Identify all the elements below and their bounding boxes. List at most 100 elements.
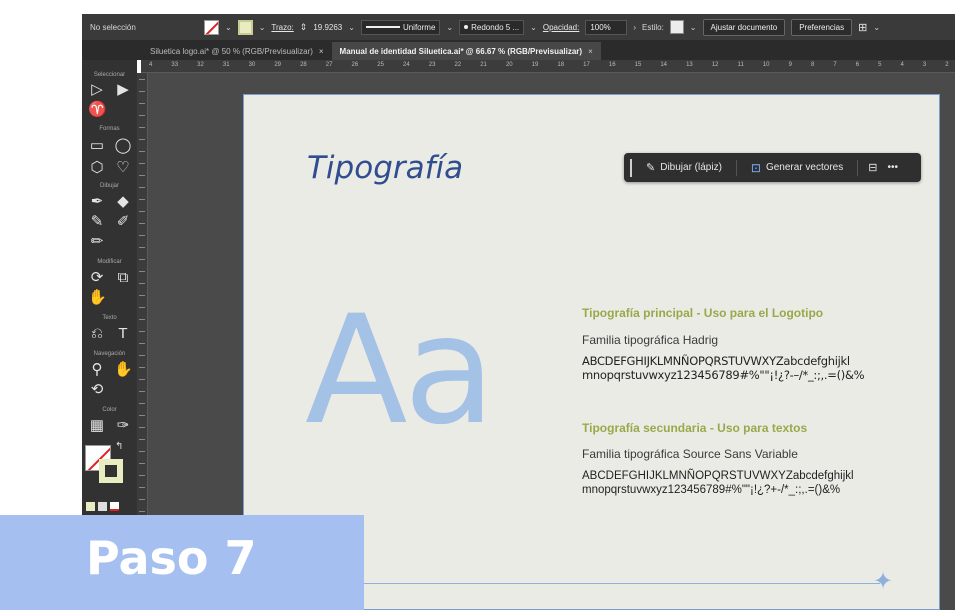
eyedropper-tool-icon[interactable]: ✑ <box>114 418 132 434</box>
draw-pencil-button[interactable]: ✎ Dibujar (lápiz) <box>642 158 726 177</box>
rotate-view-tool-icon[interactable]: ⟲ <box>88 382 106 398</box>
paintbrush-tool-icon[interactable]: ✐ <box>114 214 132 230</box>
chevron-down-icon[interactable]: ⌄ <box>530 23 537 32</box>
direct-selection-tool-icon[interactable]: ▶ <box>114 82 132 98</box>
ruler-tick-label: 10 <box>762 62 770 68</box>
ruler-tick-label: 11 <box>737 62 744 68</box>
artboard-title[interactable]: Tipografía <box>307 150 463 186</box>
lasso-tool-icon[interactable]: ♈ <box>88 102 107 118</box>
swap-fill-stroke-icon[interactable]: ↰ <box>115 441 123 452</box>
stroke-weight-field[interactable]: 19.9263 <box>313 23 342 32</box>
typeface-specimen[interactable]: Aa <box>305 296 496 446</box>
pencil-tool-icon[interactable]: ✎ <box>88 214 106 230</box>
ruler-tick-mark <box>139 511 145 512</box>
blob-brush-tool-icon[interactable]: ✏ <box>88 234 106 250</box>
ruler-tick-label: 18 <box>557 62 565 68</box>
ruler-tick-mark <box>139 427 145 428</box>
drag-handle[interactable] <box>630 158 632 177</box>
gradient-mode-icon[interactable] <box>98 502 107 511</box>
chevron-right-icon[interactable]: › <box>633 23 636 32</box>
fill-stroke-widget[interactable]: ↰ <box>85 441 125 485</box>
puppet-warp-tool-icon[interactable]: ✋ <box>88 290 107 306</box>
primary-font-heading[interactable]: Tipografía principal - Uso para el Logot… <box>582 306 823 320</box>
close-icon[interactable]: × <box>588 47 593 56</box>
secondary-font-sample-line2[interactable]: mnopqrstuvwxyz123456789#%""¡!¿?+-/*_:;,.… <box>582 483 840 497</box>
ruler-tick-label: 21 <box>480 62 487 68</box>
stroke-color-swatch[interactable] <box>204 19 219 35</box>
settings-icon[interactable]: ⊟ <box>868 161 877 174</box>
secondary-font-sample-line1[interactable]: ABCDEFGHIJKLMNÑOPQRSTUVWXYZabcdefghijkl <box>582 469 854 483</box>
control-bar: No selección ⌄ ⌄ Trazo: ⇕ 19.9263 ⌄ Unif… <box>82 14 955 40</box>
rectangle-tool-icon[interactable]: ▭ <box>88 138 106 154</box>
chevron-down-icon[interactable]: ⌄ <box>225 23 232 32</box>
ruler-tick-mark <box>139 223 145 224</box>
ruler-tick-label: 3 <box>922 62 927 68</box>
symbol-tool-icon[interactable]: ⎌ <box>88 326 106 342</box>
fit-document-button[interactable]: Ajustar documento <box>702 18 786 36</box>
shaper-tool-icon[interactable]: ♡ <box>114 160 132 176</box>
ruler-tick-label: 23 <box>428 62 436 68</box>
scale-tool-icon[interactable]: ⧉ <box>114 270 132 286</box>
ruler-tick-label: 12 <box>711 62 719 68</box>
ruler-tick-mark <box>139 307 145 308</box>
secondary-font-heading[interactable]: Tipografía secundaria - Uso para textos <box>582 421 807 435</box>
ruler-tick-label: 30 <box>248 62 256 68</box>
stroke-swatch-tool[interactable] <box>99 459 123 483</box>
chevron-down-icon[interactable]: ⌄ <box>446 23 453 32</box>
ellipse-tool-icon[interactable]: ◯ <box>114 138 132 154</box>
profile-label: Uniforme <box>402 22 436 32</box>
ruler-tick-label: 33 <box>171 62 179 68</box>
ruler-tick-mark <box>139 391 145 392</box>
tab-manual-identidad[interactable]: Manual de identidad Siluetica.ai* @ 66.6… <box>331 42 601 60</box>
horizontal-ruler[interactable]: 4 33 32 31 30 29 28 27 26 25 24 23 22 21 20 19 18 17 16 15 1… <box>141 60 955 73</box>
stepper-arrows-icon[interactable]: ⇕ <box>300 22 308 33</box>
selection-status: No selección <box>90 22 136 32</box>
arrange-documents-icon[interactable]: ⊞ <box>858 21 867 34</box>
draw-pencil-label: Dibujar (lápiz) <box>660 162 722 173</box>
eraser-tool-icon[interactable]: ◆ <box>114 194 132 210</box>
ruler-tick-label: 20 <box>505 62 513 68</box>
rotate-tool-icon[interactable]: ⟳ <box>88 270 106 286</box>
preferences-button[interactable]: Preferencias <box>791 18 853 36</box>
brush-definition[interactable]: Redondo 5 ... <box>459 19 525 35</box>
opacity-label-link[interactable]: Opacidad: <box>543 23 579 32</box>
opacity-field[interactable]: 100% <box>585 19 628 35</box>
ruler-tick-mark <box>139 115 145 116</box>
ruler-tick-mark <box>139 439 145 440</box>
ruler-tick-label: 26 <box>351 62 359 68</box>
polygon-tool-icon[interactable]: ⬡ <box>88 160 106 176</box>
zoom-tool-icon[interactable]: ⚲ <box>88 362 106 378</box>
graphic-style-swatch[interactable] <box>669 20 684 34</box>
close-icon[interactable]: × <box>319 47 324 56</box>
more-options-button[interactable]: ••• <box>887 162 898 173</box>
primary-font-family[interactable]: Familia tipográfica Hadrig <box>582 333 718 347</box>
chevron-down-icon[interactable]: ⌄ <box>259 23 266 32</box>
divider <box>857 159 859 176</box>
color-mode-icon[interactable] <box>86 502 95 511</box>
line-sample-icon <box>365 26 400 29</box>
secondary-font-family[interactable]: Familia tipográfica Source Sans Variable <box>582 447 798 461</box>
chevron-down-icon[interactable]: ⌄ <box>348 23 355 32</box>
tab-siluetica-logo[interactable]: Siluetica logo.ai* @ 50 % (RGB/Previsual… <box>142 42 332 60</box>
hand-tool-icon[interactable]: ✋ <box>114 362 133 378</box>
generate-vectors-button[interactable]: ⊡ Generar vectores <box>747 158 847 178</box>
type-tool-icon[interactable]: T <box>114 326 132 342</box>
ruler-tick-label: 22 <box>454 62 462 68</box>
primary-font-sample-line1[interactable]: ABCDEFGHIJKLMNÑOPQRSTUVWXYZabcdefghijkl <box>582 354 850 368</box>
ruler-tick-mark <box>139 211 145 212</box>
primary-font-sample-line2[interactable]: mnopqrstuvwxyz123456789#%""¡!¿?-–/*_:;,.… <box>582 368 865 382</box>
chevron-down-icon[interactable]: ⌄ <box>690 23 697 32</box>
pen-tool-icon[interactable]: ✒ <box>88 194 106 210</box>
ruler-tick-mark <box>139 139 145 140</box>
stroke-label-link[interactable]: Trazo: <box>271 23 293 32</box>
selection-tool-icon[interactable]: ▷ <box>88 82 106 98</box>
tool-group-draw: Dibujar <box>99 183 119 189</box>
ruler-tick-mark <box>139 343 145 344</box>
chevron-down-icon[interactable]: ⌄ <box>873 23 880 32</box>
gradient-tool-icon[interactable]: ▦ <box>88 418 106 434</box>
variable-width-profile[interactable]: Uniforme <box>360 19 441 35</box>
fill-color-swatch[interactable] <box>237 19 253 35</box>
ruler-tick-label: 15 <box>634 62 642 68</box>
none-mode-icon[interactable] <box>110 502 119 511</box>
ruler-tick-label: 6 <box>855 62 860 68</box>
